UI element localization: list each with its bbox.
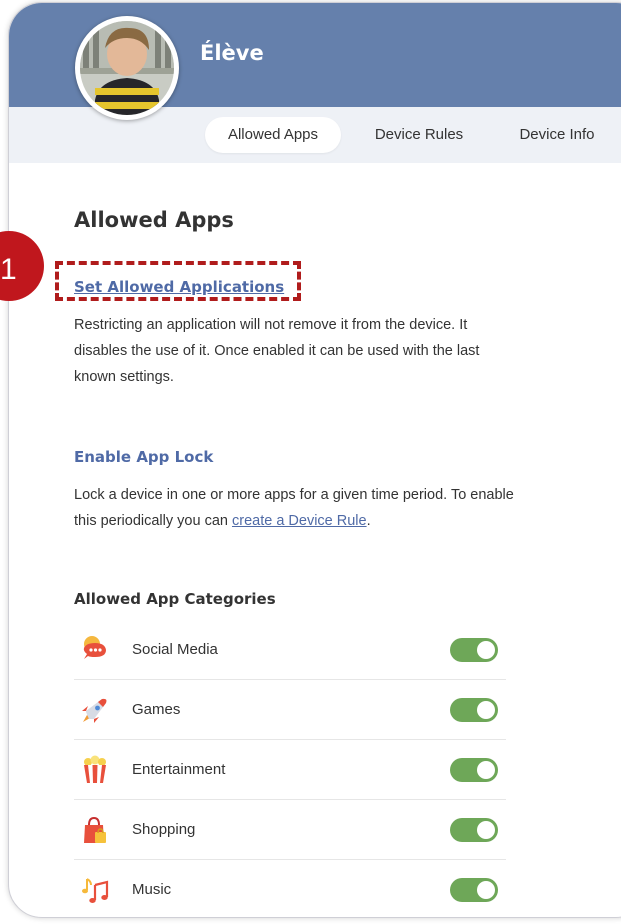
set-allowed-applications-link[interactable]: Set Allowed Applications [74, 278, 284, 296]
toggle-knob [477, 881, 495, 899]
avatar-photo [80, 21, 174, 115]
category-label: Games [132, 701, 181, 718]
category-label: Music [132, 881, 172, 898]
step-number: 1 [0, 253, 17, 286]
popcorn-icon [80, 755, 110, 785]
avatar [75, 16, 179, 120]
shopping-bag-icon [80, 815, 110, 845]
device-card: Élève Allowed Apps Device Rules Device I… [8, 2, 621, 918]
entertainment-toggle[interactable] [450, 758, 498, 782]
category-label: Social Media [132, 641, 218, 658]
set-allowed-description: Restricting an application will not remo… [74, 317, 480, 385]
category-row-shopping: Shopping [74, 800, 506, 860]
toggle-knob [477, 821, 495, 839]
create-device-rule-link[interactable]: create a Device Rule [232, 513, 367, 529]
tab-device-info[interactable]: Device Info [507, 117, 607, 153]
tab-allowed-apps[interactable]: Allowed Apps [205, 117, 341, 153]
music-toggle[interactable] [450, 878, 498, 902]
music-notes-icon [80, 875, 110, 905]
shopping-toggle[interactable] [450, 818, 498, 842]
chat-bubble-icon [80, 635, 110, 665]
social-media-toggle[interactable] [450, 638, 498, 662]
category-label: Shopping [132, 821, 196, 838]
rocket-icon [80, 695, 110, 725]
category-row-entertainment: Entertainment [74, 740, 506, 800]
app-lock-description: Lock a device in one or more apps for a … [74, 482, 514, 534]
app-frame: Élève Allowed Apps Device Rules Device I… [0, 0, 621, 924]
categories-heading: Allowed App Categories [74, 590, 276, 608]
student-name: Élève [200, 41, 264, 65]
category-row-music: Music [74, 860, 506, 917]
page-title: Allowed Apps [74, 208, 234, 232]
toggle-knob [477, 641, 495, 659]
tab-device-rules[interactable]: Device Rules [361, 117, 477, 153]
app-lock-text-end: . [366, 513, 371, 529]
enable-app-lock-link[interactable]: Enable App Lock [74, 448, 213, 466]
category-label: Entertainment [132, 761, 226, 778]
category-row-social-media: Social Media [74, 620, 506, 680]
toggle-knob [477, 701, 495, 719]
games-toggle[interactable] [450, 698, 498, 722]
toggle-knob [477, 761, 495, 779]
category-row-games: Games [74, 680, 506, 740]
